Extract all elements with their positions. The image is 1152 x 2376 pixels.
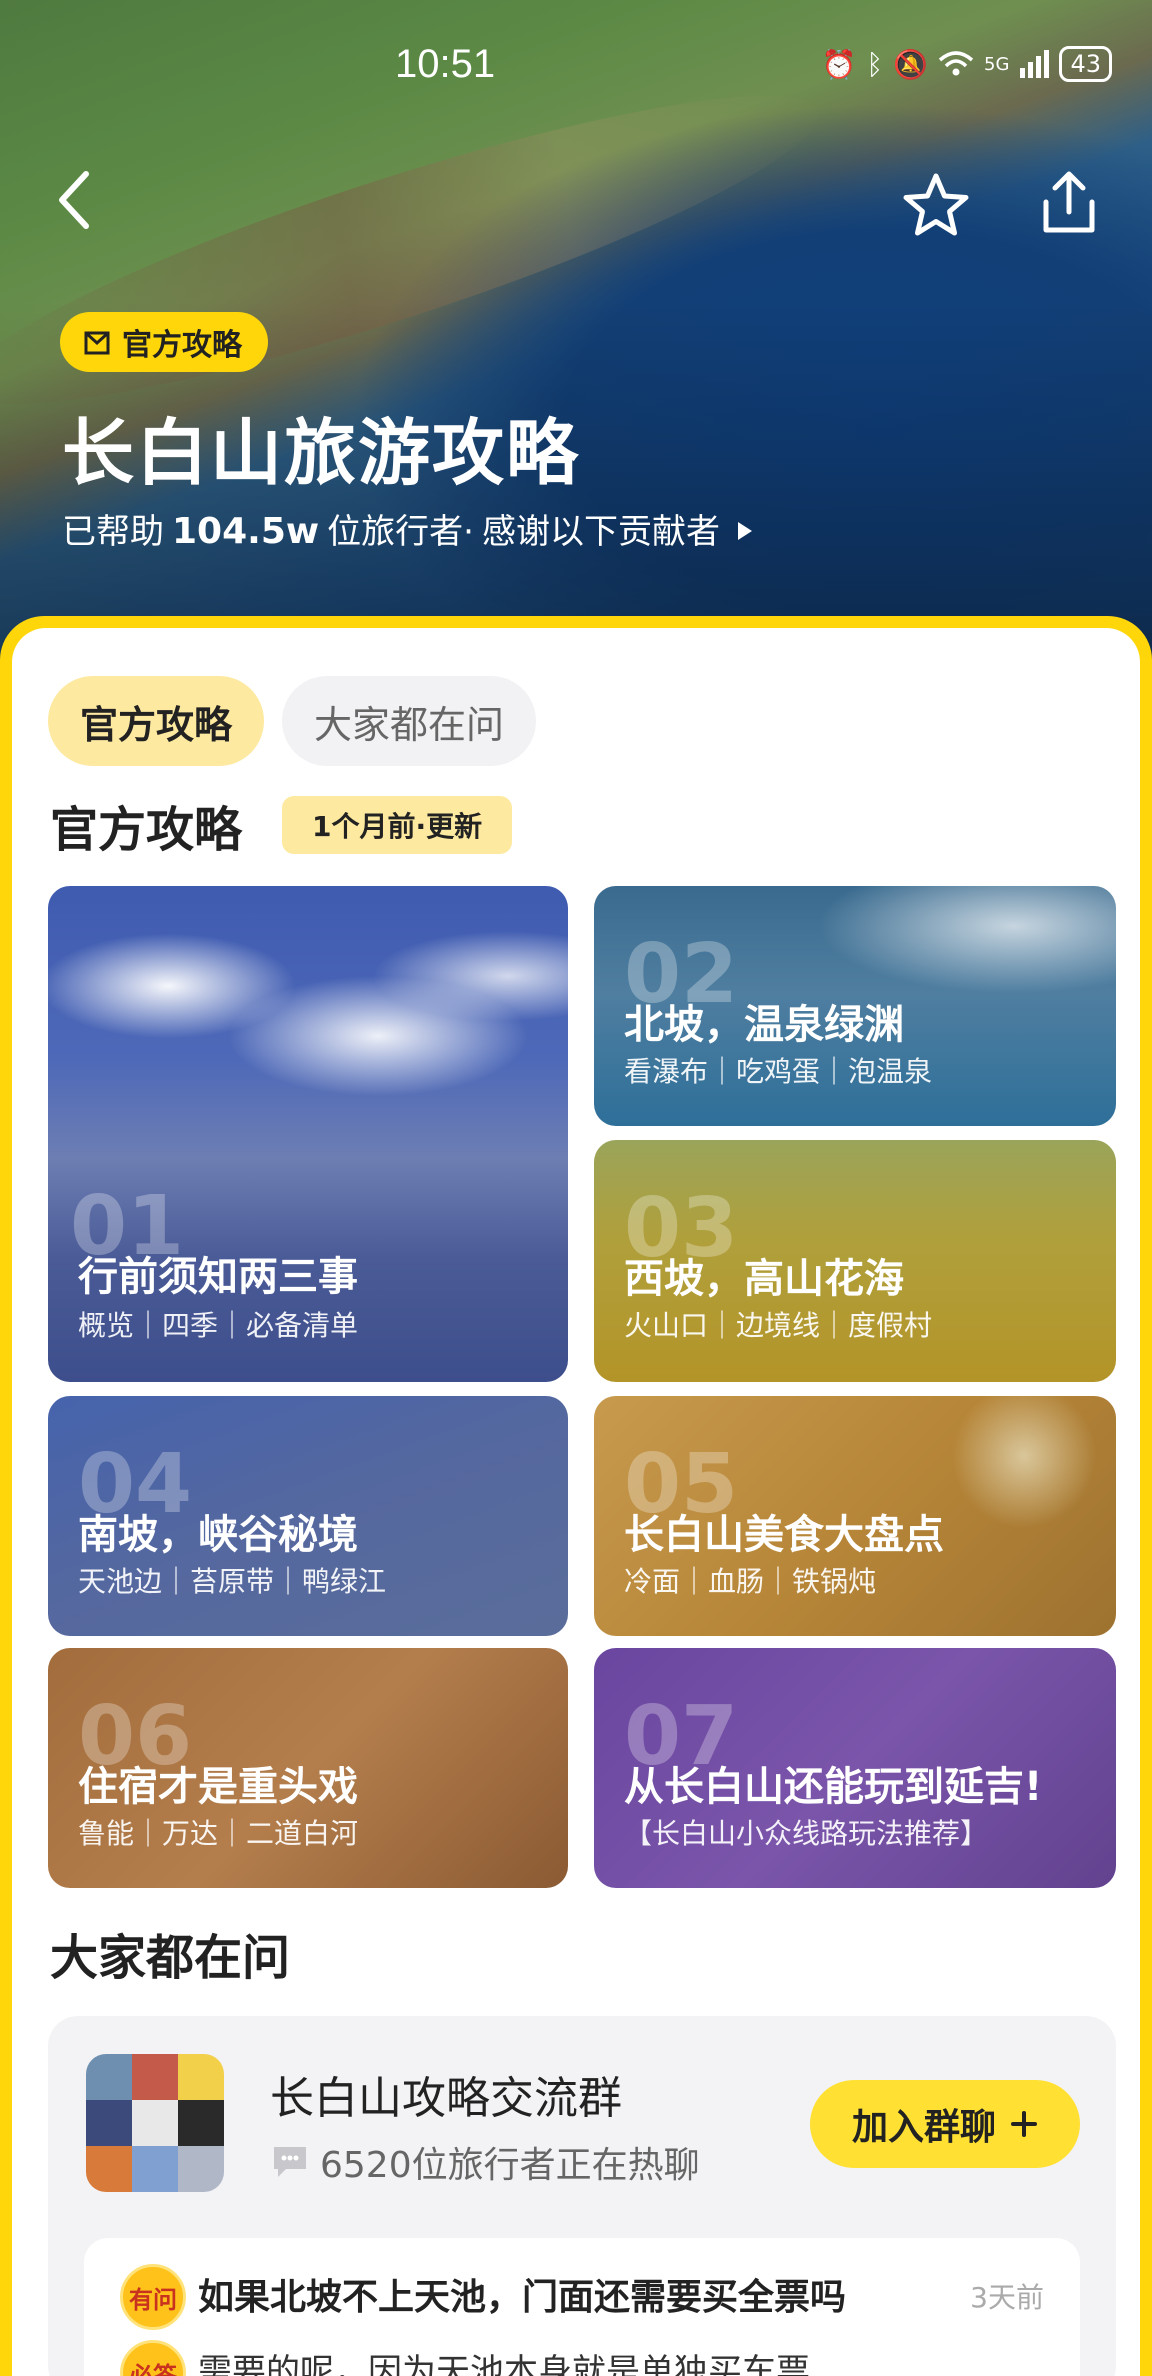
ask-section-title: 大家都在问 [50, 1930, 291, 1986]
tab-official-guide[interactable]: 官方攻略 [48, 676, 265, 766]
question-time: 3天前 [970, 2281, 1044, 2314]
guide-subtitle: 冷面｜血肠｜铁锅炖 [624, 1565, 877, 1598]
star-icon[interactable] [900, 170, 972, 242]
content-sheet-inner: 官方攻略 大家都在问 官方攻略 1个月前·更新 01 行前须知两三事 概览｜四季… [12, 628, 1140, 2376]
mute-icon: 🔕 [893, 47, 929, 81]
guide-title: 北坡，温泉绿渊 [624, 1002, 904, 1048]
helped-count: 104.5w [172, 511, 320, 552]
guide-subtitle: 天池边｜苔原带｜鸭绿江 [78, 1565, 387, 1598]
guide-subtitle: 概览｜四季｜必备清单 [78, 1309, 359, 1342]
status-time: 10:51 [395, 42, 496, 86]
guide-subtitle: 鲁能｜万达｜二道白河 [78, 1817, 359, 1850]
guide-card-05[interactable]: 05 长白山美食大盘点 冷面｜血肠｜铁锅炖 [594, 1396, 1116, 1636]
guide-card-02[interactable]: 02 北坡，温泉绿渊 看瀑布｜吃鸡蛋｜泡温泉 [594, 886, 1116, 1126]
answer-badge: 必答 [120, 2340, 186, 2376]
contributors-link[interactable]: 已帮助 104.5w 位旅行者· 感谢以下贡献者 [62, 504, 756, 553]
question-badge: 有问 [120, 2264, 186, 2330]
hero-banner: 10:51 ⏰ ᛒ 🔕 5G 43 官方攻略 长白山旅游攻略 已帮助 104.5… [0, 0, 1152, 660]
question-item[interactable]: 有问 如果北坡不上天池，门面还需要买全票吗 3天前 必答 需要的呢，因为天池本身… [84, 2238, 1080, 2376]
update-badge: 1个月前·更新 [282, 796, 513, 854]
guide-grid: 01 行前须知两三事 概览｜四季｜必备清单 02 北坡，温泉绿渊 看瀑布｜吃鸡蛋… [48, 886, 1116, 1888]
content-sheet: 官方攻略 大家都在问 官方攻略 1个月前·更新 01 行前须知两三事 概览｜四季… [0, 616, 1152, 2376]
page-title: 长白山旅游攻略 [62, 411, 581, 495]
play-arrow-icon [737, 522, 752, 540]
guide-title: 行前须知两三事 [78, 1254, 358, 1300]
guide-card-06[interactable]: 06 住宿才是重头戏 鲁能｜万达｜二道白河 [48, 1648, 568, 1888]
thanks-label: 感谢以下贡献者 [481, 512, 720, 552]
guide-subtitle: 火山口｜边境线｜度假村 [624, 1309, 933, 1342]
helped-suffix: 位旅行者· [327, 512, 474, 552]
bluetooth-icon: ᛒ [866, 47, 884, 81]
join-group-button[interactable]: 加入群聊 [810, 2080, 1080, 2168]
group-avatar [86, 2054, 224, 2192]
helped-prefix: 已帮助 [62, 512, 164, 552]
guide-book-icon [84, 331, 110, 355]
chat-bubble-icon [274, 2147, 306, 2177]
wifi-icon [938, 51, 974, 76]
answer-text: 需要的呢，因为天池本身就是单独买车票 [198, 2352, 810, 2376]
official-badge-label: 官方攻略 [122, 328, 242, 363]
guide-title: 南坡，峡谷秘境 [78, 1512, 358, 1558]
question-text: 如果北坡不上天池，门面还需要买全票吗 [198, 2277, 847, 2318]
alarm-icon: ⏰ [821, 47, 857, 81]
guide-card-01[interactable]: 01 行前须知两三事 概览｜四季｜必备清单 [48, 886, 568, 1382]
tab-bar: 官方攻略 大家都在问 [48, 676, 537, 766]
guide-card-04[interactable]: 04 南坡，峡谷秘境 天池边｜苔原带｜鸭绿江 [48, 1396, 568, 1636]
status-icons: ⏰ ᛒ 🔕 5G 43 [821, 46, 1112, 82]
guide-title: 从长白山还能玩到延吉! [624, 1764, 1043, 1810]
group-name: 长白山攻略交流群 [270, 2073, 622, 2124]
network-label: 5G [984, 53, 1010, 75]
group-count-label: 6520位旅行者正在热聊 [320, 2145, 700, 2186]
group-member-count: 6520位旅行者正在热聊 [270, 2136, 700, 2188]
guide-title: 长白山美食大盘点 [624, 1512, 944, 1558]
group-chat-card[interactable]: 长白山攻略交流群 6520位旅行者正在热聊 加入群聊 有问 如果北坡不上天池，门… [48, 2016, 1116, 2376]
share-icon[interactable] [1036, 170, 1102, 236]
guide-subtitle: 看瀑布｜吃鸡蛋｜泡温泉 [624, 1055, 933, 1088]
battery-icon: 43 [1059, 46, 1112, 82]
guide-card-07[interactable]: 07 从长白山还能玩到延吉! 【长白山小众线路玩法推荐】 [594, 1648, 1116, 1888]
status-bar: 10:51 ⏰ ᛒ 🔕 5G 43 [0, 40, 1152, 96]
back-icon[interactable] [52, 170, 100, 230]
guide-subtitle: 【长白山小众线路玩法推荐】 [624, 1817, 989, 1850]
guide-section-title: 官方攻略 [50, 802, 243, 858]
join-group-label: 加入群聊 [851, 2107, 996, 2148]
plus-icon [1011, 2111, 1037, 2137]
guide-card-03[interactable]: 03 西坡，高山花海 火山口｜边境线｜度假村 [594, 1140, 1116, 1382]
guide-title: 住宿才是重头戏 [78, 1764, 358, 1810]
tab-everyone-asks[interactable]: 大家都在问 [282, 676, 537, 766]
guide-title: 西坡，高山花海 [624, 1256, 904, 1302]
signal-icon [1020, 50, 1050, 78]
official-badge: 官方攻略 [60, 312, 268, 372]
